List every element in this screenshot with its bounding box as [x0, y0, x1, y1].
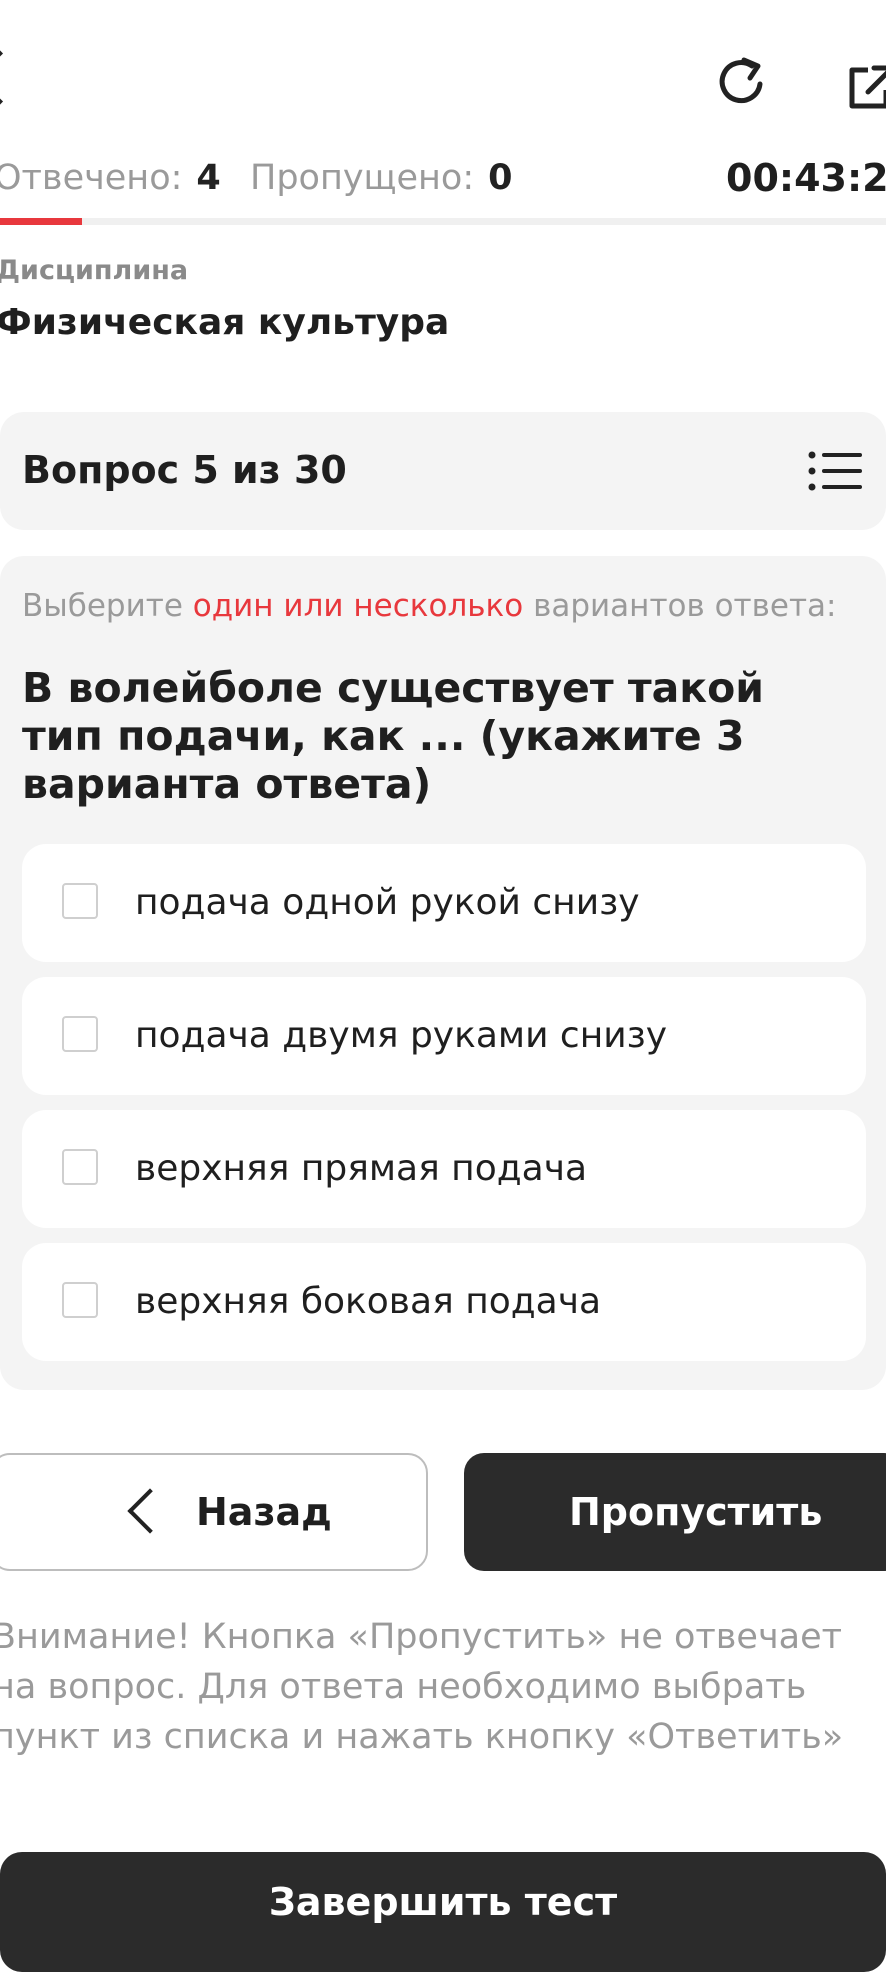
external-link-icon[interactable] — [846, 62, 886, 112]
answer-hint: Выберите один или несколько вариантов от… — [22, 588, 836, 624]
progress-track — [0, 218, 886, 225]
skipped-count: Пропущено: 0 — [250, 156, 513, 200]
answer-option[interactable]: верхняя прямая подача — [22, 1110, 866, 1228]
chevron-left-icon — [127, 1488, 173, 1534]
answered-value: 4 — [196, 158, 221, 198]
answered-label: Отвечено: — [0, 158, 183, 198]
option-label: верхняя боковая подача — [135, 1281, 602, 1322]
checkbox-icon[interactable] — [62, 1149, 98, 1185]
question-counter: Вопрос 5 из 30 — [22, 448, 347, 492]
back-button-label: Назад — [196, 1490, 332, 1534]
checkbox-icon[interactable] — [62, 1016, 98, 1052]
finish-test-button[interactable]: Завершить тест — [0, 1852, 886, 1972]
list-icon[interactable] — [808, 450, 862, 492]
skip-button[interactable]: Пропустить — [464, 1453, 886, 1571]
question-text: В волейболе существует такой тип подачи,… — [22, 664, 765, 808]
hint-after: вариантов ответа: — [523, 588, 837, 624]
finish-button-label: Завершить тест — [268, 1880, 618, 1924]
skip-button-label: Пропустить — [569, 1490, 823, 1534]
checkbox-icon[interactable] — [62, 883, 98, 919]
answer-option[interactable]: подача двумя руками снизу — [22, 977, 866, 1095]
option-label: подача одной рукой снизу — [135, 882, 640, 923]
discipline-caption: Дисциплина — [0, 255, 189, 286]
back-button[interactable]: Назад — [0, 1453, 428, 1571]
option-label: подача двумя руками снизу — [135, 1015, 668, 1056]
hint-before: Выберите — [22, 588, 193, 624]
answered-count: Отвечено: 4 — [0, 156, 221, 200]
discipline-name: Физическая культура — [0, 302, 450, 343]
answer-option[interactable]: подача одной рукой снизу — [22, 844, 866, 962]
refresh-icon[interactable] — [714, 54, 770, 110]
skip-notice: Внимание! Кнопка «Пропустить» не отвечае… — [0, 1617, 844, 1757]
back-chevron-icon[interactable] — [0, 49, 28, 106]
timer: 00:43:24 — [726, 156, 886, 200]
hint-accent: один или несколько — [192, 588, 524, 624]
answer-option[interactable]: верхняя боковая подача — [22, 1243, 866, 1361]
checkbox-icon[interactable] — [62, 1282, 98, 1318]
skipped-label: Пропущено: — [250, 158, 475, 198]
progress-fill — [0, 218, 82, 225]
skipped-value: 0 — [488, 158, 513, 198]
option-label: верхняя прямая подача — [135, 1148, 588, 1189]
